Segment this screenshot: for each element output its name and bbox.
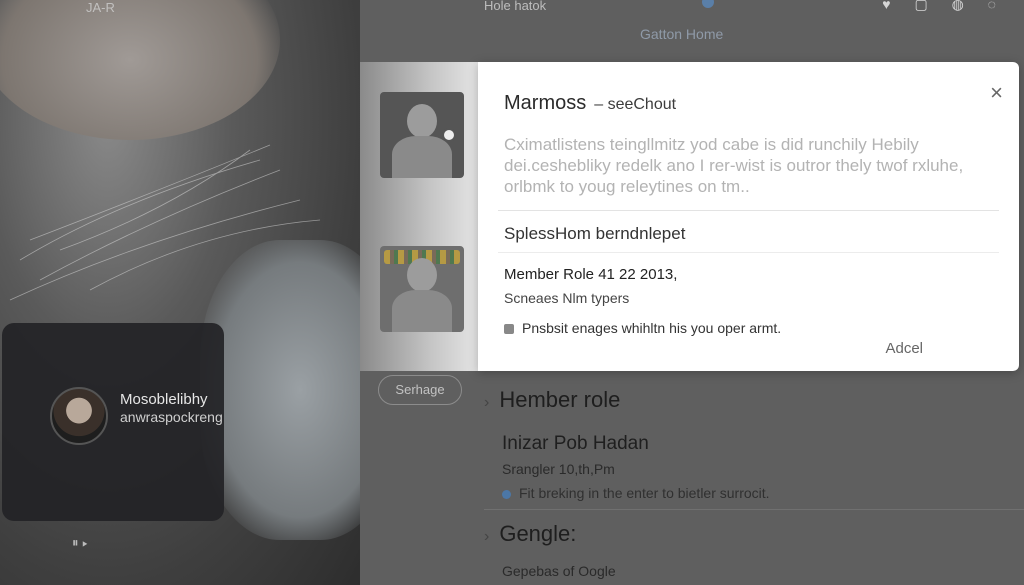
thumbnail-head <box>407 104 437 138</box>
status-dot-icon <box>702 0 714 8</box>
thumbnail-head <box>407 258 437 292</box>
member-thumbnail-secondary[interactable] <box>380 246 464 332</box>
close-icon[interactable]: × <box>990 80 1003 106</box>
info-icon <box>502 489 511 499</box>
avatar <box>50 387 108 445</box>
action-button[interactable]: Adcel <box>885 340 923 357</box>
section-heading-text: Hember role <box>499 387 621 412</box>
profile-overlay-card[interactable]: Mosoblelibhy anwraspockreng <box>2 323 224 521</box>
check-icon <box>504 324 514 335</box>
media-controls[interactable]: ⏸ ▸ <box>72 535 88 551</box>
member-thumbnail[interactable] <box>380 92 464 178</box>
profile-subtitle: anwraspockreng <box>120 409 223 425</box>
section-subtext: Gepebas of Oogle <box>502 563 616 579</box>
background-photo: JA-R Mosoblelibhy anwraspockreng ⏸ ▸ <box>0 0 360 585</box>
modal-section-title: SplessHom berndnlepet <box>504 224 686 243</box>
member-notice-text: Fit breking in the enter to bietler surr… <box>519 485 770 501</box>
member-notice: Fit breking in the enter to bietler surr… <box>502 485 770 501</box>
photo-sweater-region <box>200 240 360 540</box>
member-name: Inizar Pob Hadan <box>502 433 649 454</box>
lower-content: Serhage › Hember role Inizar Pob Hadan Sr… <box>360 371 1024 585</box>
modal-title: Marmoss – seeChout <box>504 92 676 115</box>
badge-icon <box>442 128 456 142</box>
modal-title-suffix: – seeChout <box>594 96 677 113</box>
divider <box>498 210 999 211</box>
storage-pill-button[interactable]: Serhage <box>378 375 462 405</box>
photo-face-region <box>0 0 280 140</box>
notice-text: Pnsbsit enages whihltn his you oper armt… <box>522 320 782 336</box>
modal-description: Cximatlistens teingllmitz yod cabe is di… <box>504 135 964 196</box>
chevron-right-icon: › <box>484 528 490 545</box>
section-heading-gengle[interactable]: › Gengle: <box>484 521 576 547</box>
top-bar-left-label[interactable]: Hole hatok <box>484 0 546 13</box>
member-schedule: Srangler 10,th,Pm <box>502 461 615 477</box>
profile-name: Mosoblelibhy <box>120 391 208 408</box>
thumbnail-body <box>392 290 452 332</box>
modal-title-main: Marmoss <box>504 92 587 114</box>
chevron-right-icon: › <box>484 394 490 411</box>
thumbnail-body <box>392 136 452 178</box>
top-bar-icons[interactable]: ♥ ▢ ◍ ◌ <box>882 0 1006 13</box>
notice-line: Pnsbsit enages whihltn his you oper armt… <box>504 320 781 336</box>
section-heading-text: Gengle: <box>499 521 577 546</box>
member-detail-modal: Marmoss – seeChout × Cximatlistens teingl… <box>478 62 1019 371</box>
photo-top-label: JA-R <box>86 0 115 15</box>
section-heading-member-role[interactable]: › Hember role <box>484 387 620 413</box>
member-role-line: Member Role 41 22 2013, <box>504 266 678 283</box>
home-title[interactable]: Gatton Home <box>640 26 723 42</box>
divider <box>498 252 999 253</box>
divider <box>484 509 1024 510</box>
top-bar: Hole hatok Gatton Home ♥ ▢ ◍ ◌ <box>360 0 1024 60</box>
schedule-line: Scneaes Nlm typers <box>504 290 630 306</box>
thumbnail-strip <box>360 62 480 371</box>
